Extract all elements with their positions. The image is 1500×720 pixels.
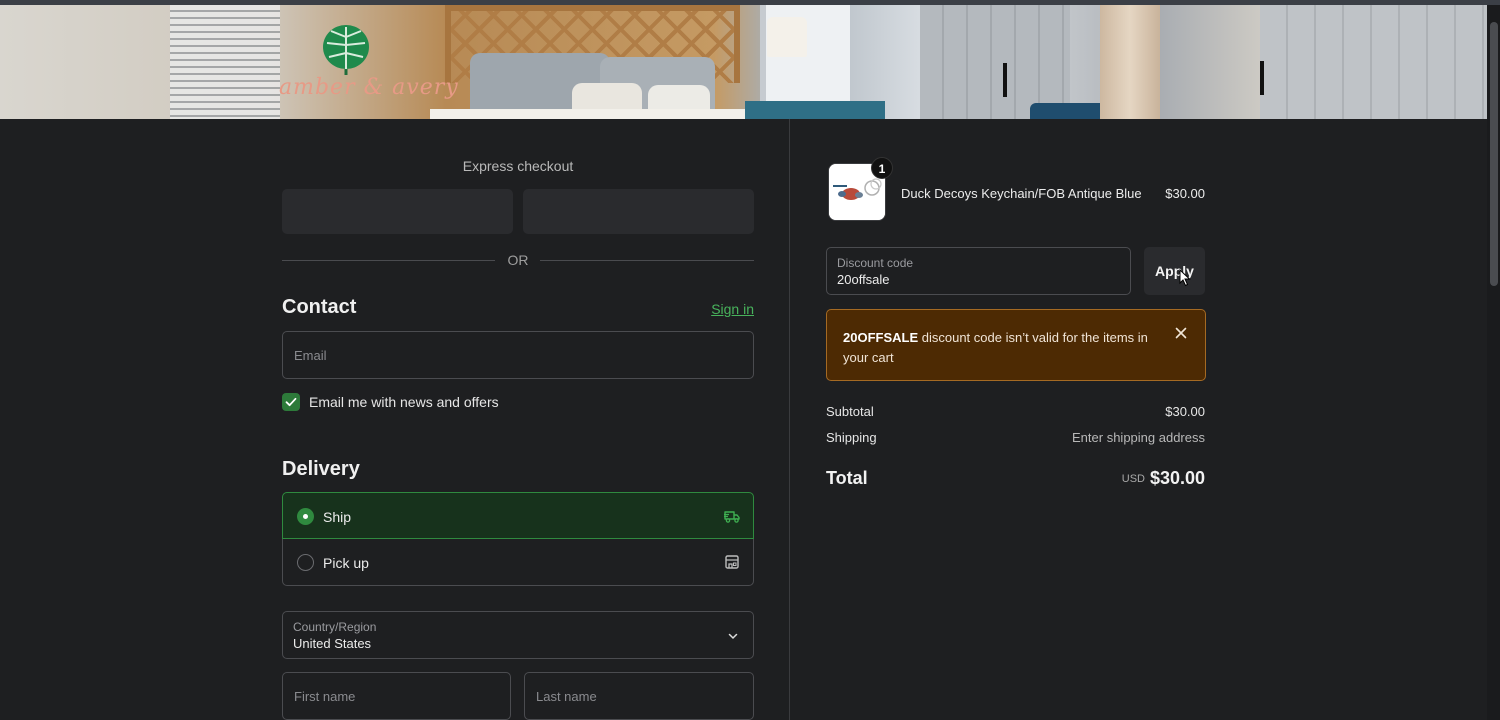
subtotal-label: Subtotal [826, 404, 874, 419]
country-value: United States [293, 636, 372, 651]
product-price: $30.00 [1165, 186, 1205, 201]
store-icon [725, 555, 739, 569]
monstera-leaf-icon [323, 25, 369, 75]
country-label: Country/Region [293, 620, 377, 634]
store-logo[interactable]: amber & avery [255, 23, 458, 113]
discount-value: 20offsale [837, 272, 890, 287]
store-banner: amber & avery [0, 5, 1487, 119]
close-icon[interactable] [1175, 327, 1187, 339]
pickup-radio[interactable] [297, 554, 314, 571]
product-name: Duck Decoys Keychain/FOB Antique Blue [901, 186, 1142, 201]
sign-in-link[interactable]: Sign in [711, 301, 754, 317]
email-placeholder: Email [294, 348, 327, 363]
checkmark-icon [285, 397, 297, 407]
newsletter-checkbox[interactable] [282, 393, 300, 411]
delivery-option-pickup[interactable]: Pick up [282, 539, 754, 586]
express-pay-button-1[interactable] [282, 189, 513, 234]
mouse-cursor-icon [1179, 269, 1191, 287]
last-name-field[interactable]: Last name [524, 672, 754, 720]
total-currency: USD [1121, 473, 1145, 485]
apply-discount-button[interactable]: Apply [1144, 247, 1205, 295]
contact-heading: Contact [282, 296, 357, 318]
express-pay-button-2[interactable] [523, 189, 754, 234]
express-checkout-title: Express checkout [462, 158, 574, 174]
first-name-field[interactable]: First name [282, 672, 511, 720]
ship-radio[interactable] [297, 508, 314, 525]
total-label: Total [826, 468, 868, 488]
pickup-label: Pick up [323, 555, 369, 571]
or-separator: OR [282, 251, 754, 271]
discount-error-alert: 20OFFSALE discount code isn’t valid for … [826, 309, 1206, 381]
shipping-label: Shipping [826, 430, 877, 445]
chevron-down-icon [728, 633, 738, 640]
logo-text: amber & avery [279, 75, 459, 100]
discount-label: Discount code [837, 256, 914, 270]
email-field[interactable]: Email [282, 331, 754, 379]
discount-code-field[interactable]: Discount code 20offsale [826, 247, 1131, 295]
or-label: OR [507, 252, 529, 268]
quantity-badge: 1 [871, 157, 893, 179]
country-select[interactable]: Country/Region United States [282, 611, 754, 659]
newsletter-label: Email me with news and offers [309, 394, 499, 410]
scrollbar-thumb[interactable] [1490, 22, 1498, 286]
alert-code: 20OFFSALE [843, 330, 919, 345]
first-name-placeholder: First name [294, 689, 356, 704]
alert-message: 20OFFSALE discount code isn’t valid for … [843, 328, 1158, 368]
delivery-heading: Delivery [282, 458, 360, 480]
truck-icon [724, 511, 740, 523]
total-value: $30.00 [1149, 468, 1205, 488]
subtotal-value: $30.00 [1165, 404, 1205, 419]
ship-label: Ship [323, 509, 352, 525]
shipping-value: Enter shipping address [1072, 430, 1205, 445]
last-name-placeholder: Last name [536, 689, 597, 704]
column-divider [789, 119, 790, 720]
delivery-option-ship[interactable]: Ship [282, 492, 754, 539]
